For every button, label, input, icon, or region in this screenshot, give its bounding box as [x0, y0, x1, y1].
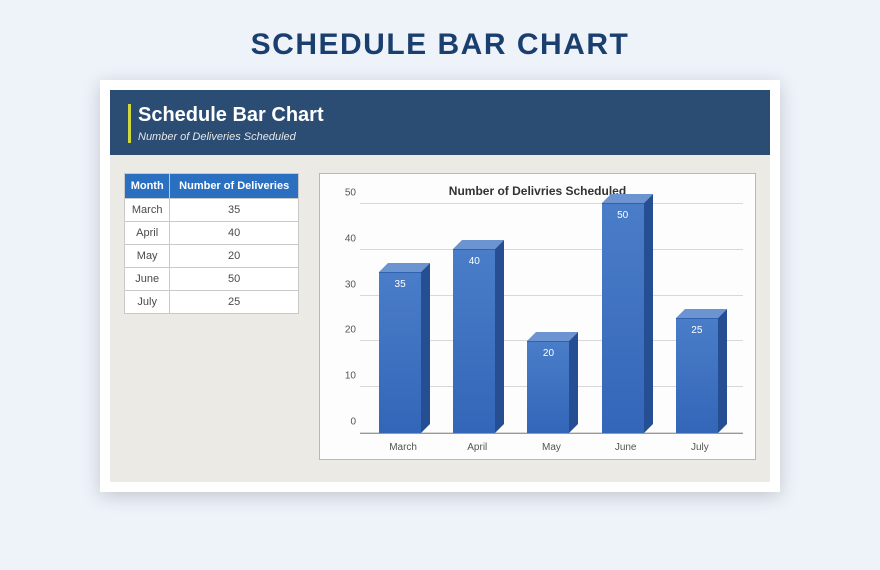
table-row: March35	[125, 199, 299, 222]
table-header-row: Month Number of Deliveries	[125, 174, 299, 199]
xtick-label: July	[671, 442, 729, 453]
cell-count: 20	[170, 245, 299, 268]
bar: 25	[671, 318, 729, 433]
table-row: May20	[125, 245, 299, 268]
ytick-label: 10	[334, 371, 356, 382]
cell-month: July	[125, 291, 170, 314]
data-table-wrap: Month Number of Deliveries March35April4…	[124, 173, 299, 460]
bar-value-label: 35	[379, 279, 421, 290]
cell-month: April	[125, 222, 170, 245]
bar-value-label: 20	[527, 348, 569, 359]
bar: 20	[522, 341, 580, 433]
xtick-label: June	[597, 442, 655, 453]
banner-subtitle: Number of Deliveries Scheduled	[138, 131, 752, 143]
table-row: June50	[125, 268, 299, 291]
ytick-label: 0	[334, 417, 356, 428]
data-table: Month Number of Deliveries March35April4…	[124, 173, 299, 314]
template-card: Schedule Bar Chart Number of Deliveries …	[100, 80, 780, 492]
document: Schedule Bar Chart Number of Deliveries …	[110, 90, 770, 482]
banner: Schedule Bar Chart Number of Deliveries …	[110, 90, 770, 155]
chart-xaxis: March April May June July	[360, 434, 743, 453]
ytick-label: 20	[334, 325, 356, 336]
cell-month: March	[125, 199, 170, 222]
cell-count: 35	[170, 199, 299, 222]
cell-month: June	[125, 268, 170, 291]
ytick-label: 30	[334, 279, 356, 290]
bar: 50	[597, 203, 655, 433]
col-header-month: Month	[125, 174, 170, 199]
cell-count: 25	[170, 291, 299, 314]
ytick-label: 40	[334, 233, 356, 244]
bar-value-label: 50	[602, 210, 644, 221]
table-row: July25	[125, 291, 299, 314]
col-header-count: Number of Deliveries	[170, 174, 299, 199]
bar: 40	[448, 249, 506, 433]
chart-title: Number of Delivries Scheduled	[332, 184, 743, 198]
body: Month Number of Deliveries March35April4…	[110, 155, 770, 482]
chart-plot: 010203040503540205025	[360, 204, 743, 434]
bars-container: 35 40 20 50 25	[360, 204, 743, 433]
ytick-label: 50	[334, 188, 356, 199]
cell-count: 40	[170, 222, 299, 245]
bar-value-label: 40	[453, 256, 495, 267]
banner-accent	[128, 104, 131, 143]
page-title: SCHEDULE BAR CHART	[0, 0, 880, 80]
table-row: April40	[125, 222, 299, 245]
xtick-label: May	[522, 442, 580, 453]
cell-count: 50	[170, 268, 299, 291]
xtick-label: April	[448, 442, 506, 453]
cell-month: May	[125, 245, 170, 268]
chart-area: Number of Delivries Scheduled 0 10 20 30 40 5…	[319, 173, 756, 460]
bar-value-label: 25	[676, 325, 718, 336]
xtick-label: March	[374, 442, 432, 453]
banner-title: Schedule Bar Chart	[138, 104, 752, 127]
bar: 35	[374, 272, 432, 433]
